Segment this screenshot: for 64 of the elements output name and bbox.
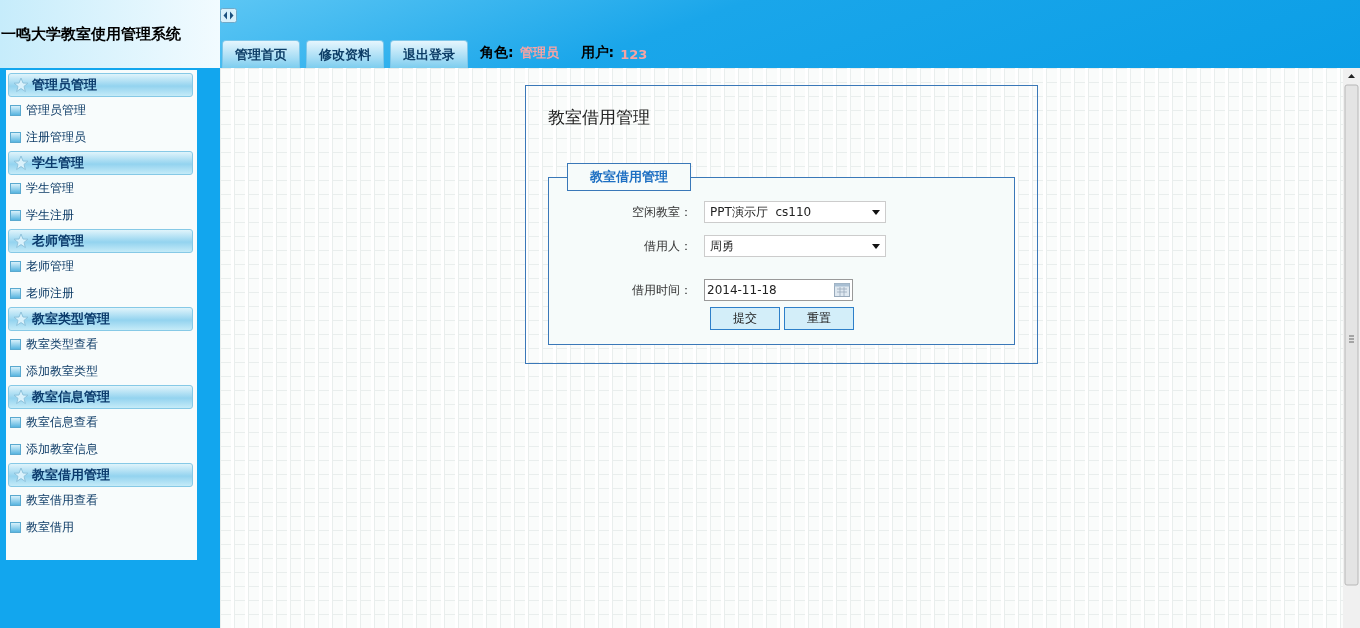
menu-group-title: 学生管理 bbox=[32, 154, 84, 172]
menu-group-title: 老师管理 bbox=[32, 232, 84, 250]
menu-group-header[interactable]: 学生管理 bbox=[8, 151, 193, 175]
nav-tab[interactable]: 修改资料 bbox=[306, 40, 384, 68]
bullet-icon bbox=[10, 444, 21, 455]
page-title: 教室借用管理 bbox=[548, 106, 651, 129]
menu-group-title: 教室信息管理 bbox=[32, 388, 110, 406]
form-button[interactable]: 提交 bbox=[710, 307, 780, 330]
field-label: 借用人： bbox=[643, 237, 692, 255]
role-value: 管理员 bbox=[519, 44, 559, 62]
menu-item[interactable]: 学生管理 bbox=[6, 175, 197, 202]
bullet-icon bbox=[10, 522, 21, 533]
bullet-icon bbox=[10, 210, 21, 221]
bullet-icon bbox=[10, 366, 21, 377]
field-label: 空闲教室： bbox=[631, 203, 692, 221]
menu-item[interactable]: 教室借用查看 bbox=[6, 487, 197, 514]
bullet-icon bbox=[10, 417, 21, 428]
star-icon bbox=[13, 389, 29, 405]
menu-item[interactable]: 添加教室信息 bbox=[6, 436, 197, 463]
bullet-icon bbox=[10, 183, 21, 194]
system-title: 一鸣大学教室使用管理系统 bbox=[1, 24, 181, 44]
menu-group-header[interactable]: 教室信息管理 bbox=[8, 385, 193, 409]
menu-item[interactable]: 老师管理 bbox=[6, 253, 197, 280]
menu-item[interactable]: 教室信息查看 bbox=[6, 409, 197, 436]
menu-group-title: 教室类型管理 bbox=[32, 310, 110, 328]
menu-item[interactable]: 管理员管理 bbox=[6, 97, 197, 124]
menu-item[interactable]: 注册管理员 bbox=[6, 124, 197, 151]
star-icon bbox=[13, 77, 29, 93]
field-label: 借用时间： bbox=[631, 281, 692, 299]
menu-item[interactable]: 学生注册 bbox=[6, 202, 197, 229]
bullet-icon bbox=[10, 495, 21, 506]
collapse-toggle-icon[interactable] bbox=[220, 8, 237, 23]
dropdown-arrow-icon bbox=[872, 243, 880, 249]
bullet-icon bbox=[10, 105, 21, 116]
menu-item[interactable]: 教室借用 bbox=[6, 514, 197, 541]
bullet-icon bbox=[10, 339, 21, 350]
menu-item[interactable]: 老师注册 bbox=[6, 280, 197, 307]
star-icon bbox=[13, 311, 29, 327]
star-icon bbox=[13, 467, 29, 483]
bullet-icon bbox=[10, 288, 21, 299]
date-field[interactable]: 2014-11-18 bbox=[704, 279, 853, 301]
dropdown-arrow-icon bbox=[872, 209, 880, 215]
menu-item[interactable]: 教室类型查看 bbox=[6, 331, 197, 358]
star-icon bbox=[13, 155, 29, 171]
menu-group-header[interactable]: 管理员管理 bbox=[8, 73, 193, 97]
bullet-icon bbox=[10, 261, 21, 272]
nav-tab[interactable]: 退出登录 bbox=[390, 40, 468, 68]
menu-group-header[interactable]: 教室类型管理 bbox=[8, 307, 193, 331]
menu-group-header[interactable]: 教室借用管理 bbox=[8, 463, 193, 487]
select-field[interactable]: 周勇 bbox=[704, 235, 886, 257]
star-icon bbox=[13, 233, 29, 249]
menu-group-title: 教室借用管理 bbox=[32, 466, 110, 484]
menu-group-title: 管理员管理 bbox=[32, 76, 97, 94]
user-value: 123 bbox=[620, 47, 648, 62]
calendar-icon[interactable] bbox=[834, 283, 850, 297]
select-field[interactable]: PPT演示厅 cs110 bbox=[704, 201, 886, 223]
bullet-icon bbox=[10, 132, 21, 143]
nav-tab[interactable]: 管理首页 bbox=[222, 40, 300, 68]
role-label: 角色: bbox=[480, 44, 514, 62]
fieldset-legend: 教室借用管理 bbox=[567, 163, 691, 191]
form-button[interactable]: 重置 bbox=[784, 307, 854, 330]
menu-group-header[interactable]: 老师管理 bbox=[8, 229, 193, 253]
user-label: 用户: bbox=[580, 44, 615, 62]
menu-item[interactable]: 添加教室类型 bbox=[6, 358, 197, 385]
